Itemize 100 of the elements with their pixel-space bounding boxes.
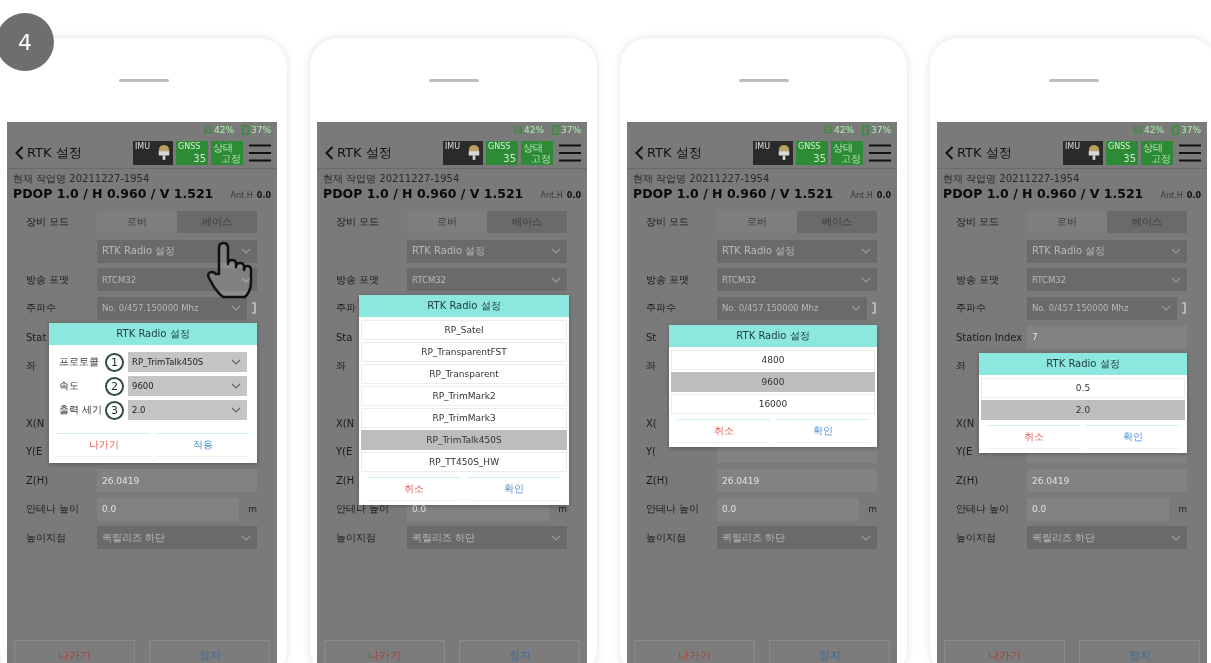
gnss-tile[interactable]: GNSS 35 xyxy=(796,141,828,165)
dropdown[interactable]: 퀵릴리즈 하단 xyxy=(407,526,567,550)
field-label: 좌 xyxy=(956,358,966,373)
confirm-button[interactable]: 확인 xyxy=(776,419,869,443)
receiver-icon xyxy=(777,142,791,162)
phone-battery-text: 37% xyxy=(871,125,891,135)
list-option[interactable]: RP_TrimTalk450S xyxy=(361,430,567,450)
back-icon[interactable] xyxy=(945,146,954,160)
gnss-tile[interactable]: GNSS 35 xyxy=(486,141,518,165)
dropdown[interactable]: No. 0/457.150000 Mhz xyxy=(97,296,247,320)
menu-icon[interactable] xyxy=(869,144,891,162)
antenna-height-label: Ant.H xyxy=(1160,191,1183,200)
gnss-tile[interactable]: GNSS 35 xyxy=(1106,141,1138,165)
receiver-battery-text: 42% xyxy=(833,125,854,135)
text-field[interactable]: 26.0419 xyxy=(1027,469,1187,493)
confirm-button[interactable]: 확인 xyxy=(467,477,561,501)
dropdown[interactable]: RTCM32 xyxy=(407,268,567,292)
dialog-title: RTK Radio 설정 xyxy=(49,323,257,345)
list-option[interactable]: RP_TrimMark2 xyxy=(361,386,567,406)
dropdown[interactable]: 퀵릴리즈 하단 xyxy=(1027,526,1187,550)
field-label: 방송 포맷 xyxy=(646,272,690,287)
back-icon[interactable] xyxy=(635,146,644,160)
field-label: 장비 모드 xyxy=(956,215,1000,230)
dropdown[interactable]: RTCM32 xyxy=(717,268,877,292)
back-icon[interactable] xyxy=(325,146,334,160)
fix-status-tile[interactable]: 상태 고정 xyxy=(1141,141,1173,165)
battery-icon xyxy=(242,125,249,135)
field-label: 주파수 xyxy=(26,301,56,316)
list-option[interactable]: RP_Satel xyxy=(361,320,567,340)
field-label: 방송 포맷 xyxy=(336,272,380,287)
job-name: 현재 작업명 20211227-1954 xyxy=(323,172,461,186)
dropdown[interactable]: RP_TrimTalk450S xyxy=(128,352,247,372)
fix-status-tile[interactable]: 상태 고정 xyxy=(211,141,243,165)
cancel-button[interactable]: 나가기 xyxy=(57,433,150,457)
segment-option[interactable]: 로버 xyxy=(407,211,487,234)
list-option[interactable]: RP_TT450S_HW xyxy=(361,452,567,472)
text-field[interactable]: 26.0419 xyxy=(717,469,877,493)
imu-tile[interactable]: IMU xyxy=(1063,141,1103,165)
menu-icon[interactable] xyxy=(249,144,271,162)
dropdown[interactable]: RTK Radio 설정 xyxy=(407,239,567,263)
segment-option[interactable]: 로버 xyxy=(97,211,177,234)
text-field[interactable]: 26.0419 xyxy=(97,469,257,493)
dialog-title: RTK Radio 설정 xyxy=(669,325,877,347)
dropdown[interactable]: No. 0/457.150000 Mhz xyxy=(717,296,867,320)
cancel-button[interactable]: 취소 xyxy=(987,425,1080,449)
chevron-icon xyxy=(861,276,871,283)
dropdown[interactable]: RTK Radio 설정 xyxy=(97,239,257,263)
dropdown[interactable]: 9600 xyxy=(128,376,247,396)
precision-text: PDOP 1.0 / H 0.960 / V 1.521 xyxy=(13,186,215,201)
handle-bar xyxy=(428,79,479,82)
text-field[interactable]: 0.0 xyxy=(717,497,859,521)
field-label: 높이지점 xyxy=(336,530,376,545)
cancel-button[interactable]: 취소 xyxy=(367,477,461,501)
segment-option[interactable]: 로버 xyxy=(717,211,797,234)
handle-bar xyxy=(1048,79,1099,82)
field-label: 장비 모드 xyxy=(26,215,70,230)
dropdown[interactable]: 퀵릴리즈 하단 xyxy=(717,526,877,550)
text-field[interactable]: 0.0 xyxy=(97,497,239,521)
dropdown[interactable]: RTK Radio 설정 xyxy=(717,239,877,263)
dropdown[interactable]: 퀵릴리즈 하단 xyxy=(97,526,257,550)
imu-tile[interactable]: IMU xyxy=(443,141,483,165)
dropdown[interactable]: No. 0/457.150000 Mhz xyxy=(1027,296,1177,320)
receiver-battery-text: 42% xyxy=(1143,125,1164,135)
gnss-tile[interactable]: GNSS 35 xyxy=(176,141,208,165)
field-label: Y(E xyxy=(956,446,973,458)
list-option[interactable]: 16000 xyxy=(671,394,875,414)
imu-tile[interactable]: IMU xyxy=(753,141,793,165)
fix-status: 고정 xyxy=(841,153,861,164)
back-icon[interactable] xyxy=(15,146,24,160)
field-label: 좌 xyxy=(26,358,36,373)
list-option[interactable]: RP_TransparentFST xyxy=(361,342,567,362)
dropdown[interactable]: RTCM32 xyxy=(97,268,257,292)
field-label: X(N xyxy=(26,417,45,429)
imu-tile[interactable]: IMU xyxy=(133,141,173,165)
fix-status-tile[interactable]: 상태 고정 xyxy=(831,141,863,165)
confirm-button[interactable]: 적용 xyxy=(156,433,249,457)
list-option[interactable]: 9600 xyxy=(671,372,875,392)
dropdown[interactable]: RTK Radio 설정 xyxy=(1027,239,1187,263)
menu-icon[interactable] xyxy=(559,144,581,162)
field-label: Y(E xyxy=(336,446,353,458)
list-option[interactable]: 2.0 xyxy=(981,400,1185,420)
list-option[interactable]: 0.5 xyxy=(981,378,1185,398)
field-label: 안테나 높이 xyxy=(646,502,700,517)
confirm-button[interactable]: 확인 xyxy=(1086,425,1179,449)
field-label: 프로토콜 xyxy=(59,355,100,369)
cancel-button[interactable]: 취소 xyxy=(677,419,770,443)
fix-status-tile[interactable]: 상태 고정 xyxy=(521,141,553,165)
text-field[interactable]: 7 xyxy=(1027,325,1187,349)
fix-status: 고정 xyxy=(1151,153,1171,164)
field-label: St xyxy=(646,331,657,343)
list-option[interactable]: RP_Transparent xyxy=(361,364,567,384)
list-option[interactable]: RP_TrimMark3 xyxy=(361,408,567,428)
phone-battery-text: 37% xyxy=(1181,125,1201,135)
chevron-icon xyxy=(861,248,871,255)
dropdown[interactable]: 2.0 xyxy=(128,400,247,420)
menu-icon[interactable] xyxy=(1179,144,1201,162)
segment-option[interactable]: 로버 xyxy=(1027,211,1107,234)
text-field[interactable]: 0.0 xyxy=(1027,497,1169,521)
list-option[interactable]: 4800 xyxy=(671,350,875,370)
dropdown[interactable]: RTCM32 xyxy=(1027,268,1187,292)
